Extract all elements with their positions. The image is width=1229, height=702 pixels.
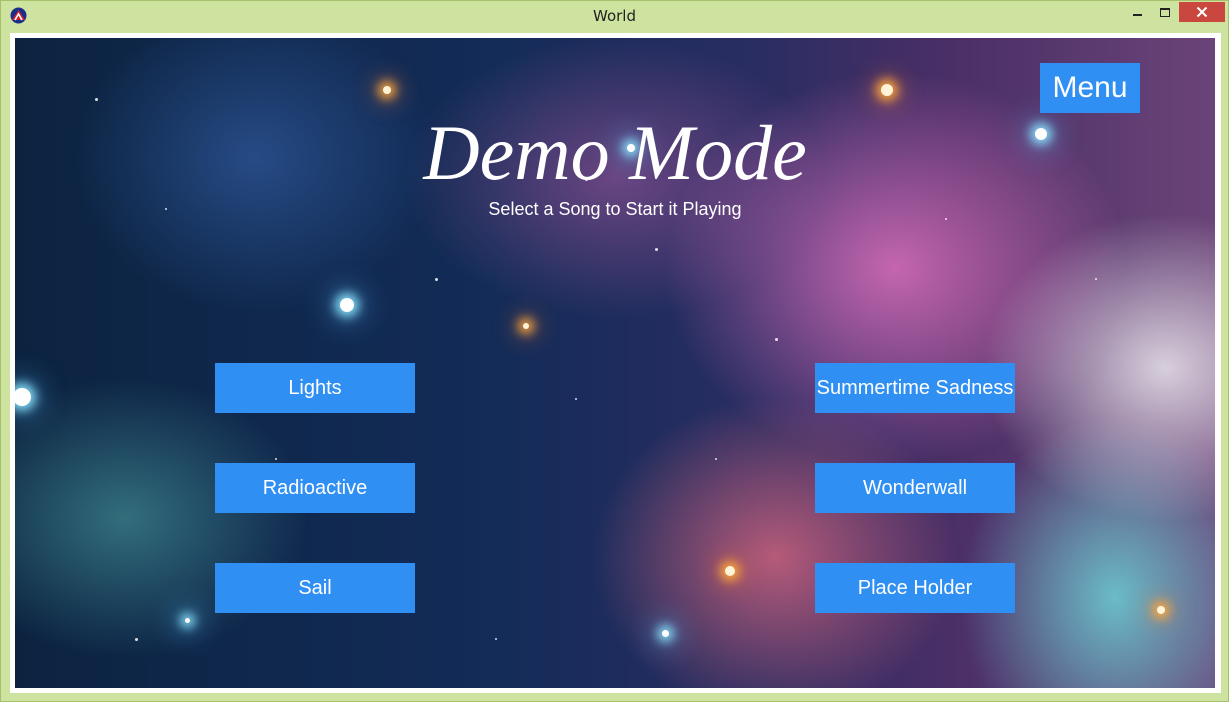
close-button[interactable] — [1179, 2, 1225, 22]
star-decoration — [881, 84, 893, 96]
star-decoration — [775, 338, 778, 341]
star-decoration — [662, 630, 669, 637]
song-button-summertime-sadness[interactable]: Summertime Sadness — [815, 363, 1015, 413]
maximize-icon — [1160, 7, 1170, 17]
star-decoration — [523, 323, 529, 329]
page-title: Demo Mode — [423, 109, 807, 196]
window-title: World — [593, 7, 636, 25]
song-button-sail[interactable]: Sail — [215, 563, 415, 613]
minimize-icon — [1132, 14, 1142, 16]
star-decoration — [655, 248, 658, 251]
minimize-button[interactable] — [1122, 2, 1152, 22]
star-decoration — [383, 86, 391, 94]
song-button-lights[interactable]: Lights — [215, 363, 415, 413]
star-decoration — [715, 458, 717, 460]
star-decoration — [135, 638, 138, 641]
song-button-wonderwall[interactable]: Wonderwall — [815, 463, 1015, 513]
star-decoration — [15, 388, 31, 406]
page-subtitle: Select a Song to Start it Playing — [488, 199, 742, 219]
star-decoration — [435, 278, 438, 281]
song-button-radioactive[interactable]: Radioactive — [215, 463, 415, 513]
star-decoration — [340, 298, 354, 312]
title-bar[interactable]: World — [1, 1, 1228, 31]
app-window: World Demo Mode Select a Song to Start i… — [0, 0, 1229, 702]
star-decoration — [725, 566, 735, 576]
star-decoration — [495, 638, 497, 640]
maximize-button[interactable] — [1152, 2, 1178, 22]
world-canvas[interactable]: Demo Mode Select a Song to Start it Play… — [15, 38, 1215, 688]
star-decoration — [575, 398, 577, 400]
song-button-place-holder[interactable]: Place Holder — [815, 563, 1015, 613]
star-decoration — [185, 618, 190, 623]
star-decoration — [275, 458, 277, 460]
star-decoration — [1095, 278, 1097, 280]
star-decoration — [1157, 606, 1165, 614]
star-decoration — [95, 98, 98, 101]
close-icon — [1196, 6, 1208, 18]
menu-button[interactable]: Menu — [1040, 63, 1140, 113]
